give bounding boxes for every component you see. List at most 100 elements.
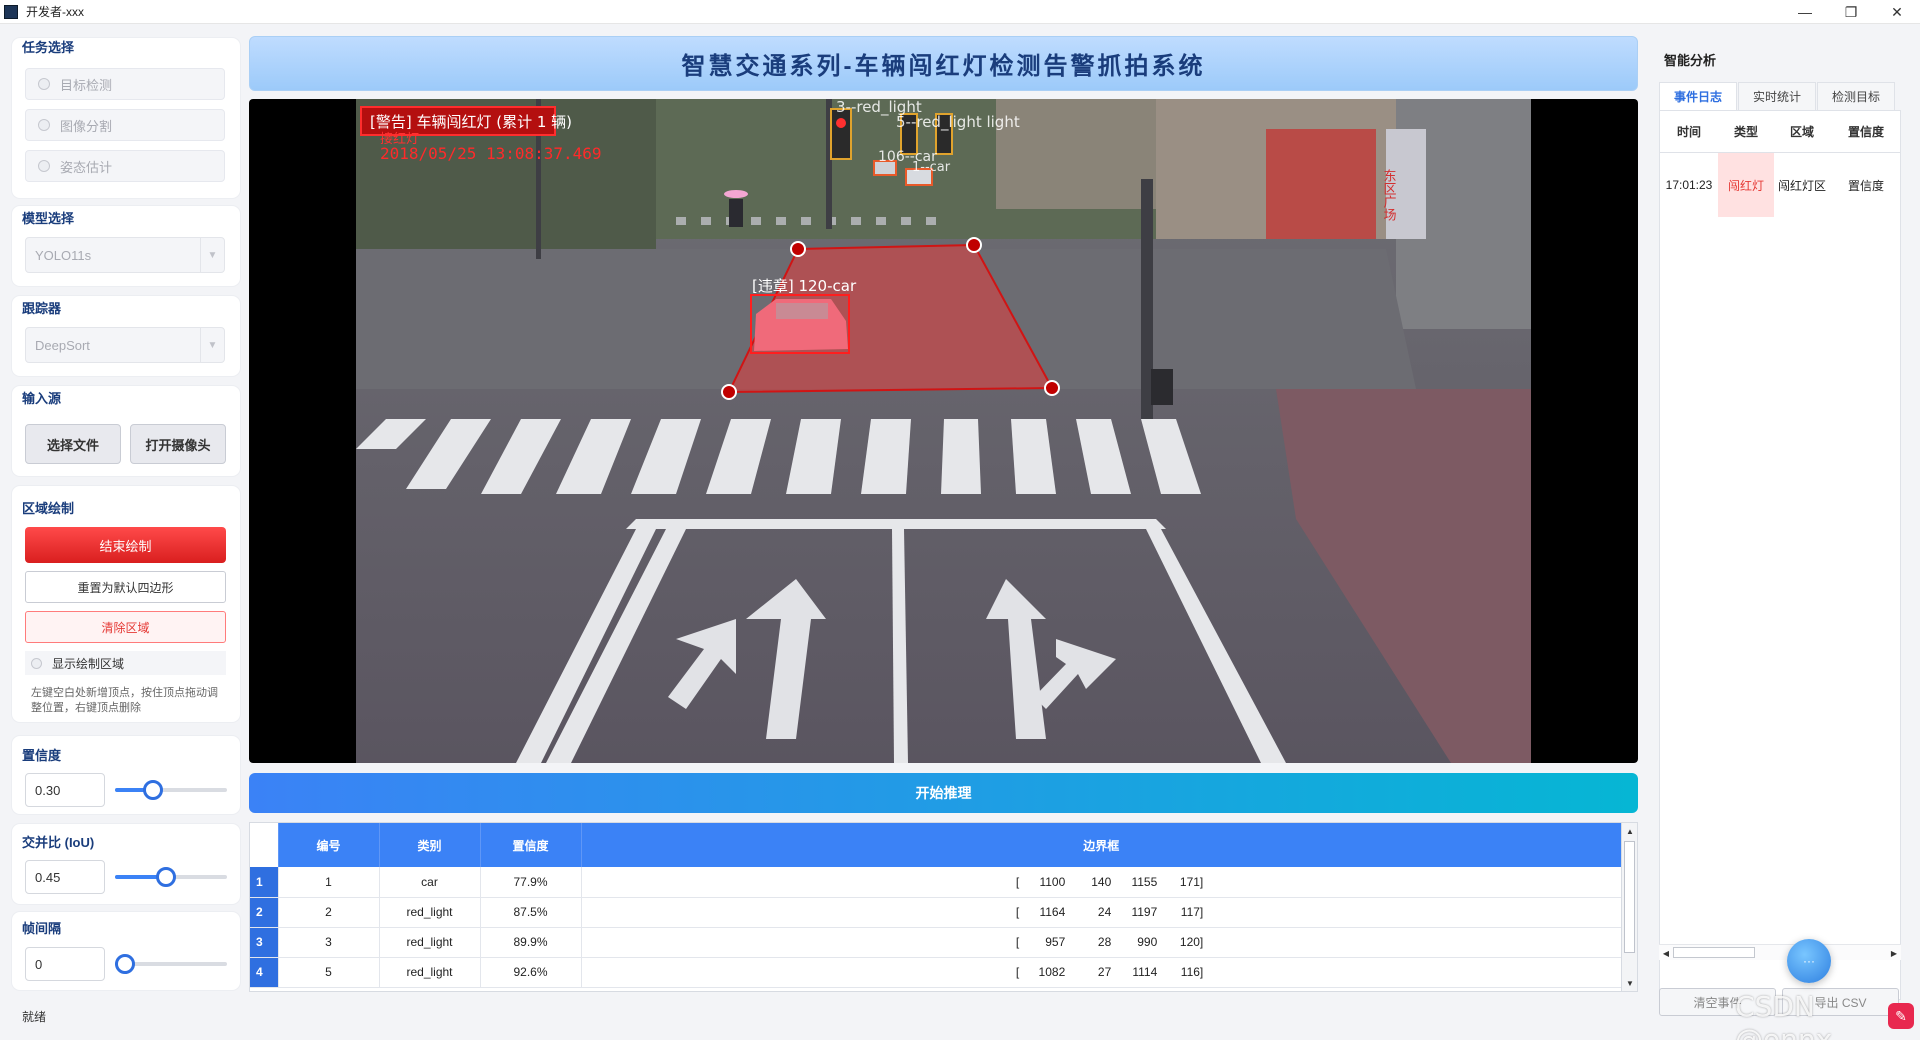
bbox-value: 28: [1097, 935, 1112, 949]
tracker-select[interactable]: DeepSort ▼: [25, 327, 225, 363]
cell-class: red_light: [379, 957, 481, 988]
table-row[interactable]: 2 2 red_light 87.5%[1164 24 1197 117]: [250, 897, 1622, 928]
light-label-5: 5--red_light light: [896, 113, 1020, 132]
cell-bbox: [1100 140 1155 171]: [581, 867, 1622, 898]
cell-bbox: [957 28 990 120]: [581, 927, 1622, 958]
bbox-value: 1197: [1131, 905, 1158, 919]
log-col-area[interactable]: 区域: [1774, 111, 1830, 152]
event-area: 闯红灯区: [1777, 178, 1826, 193]
table-row[interactable]: 1 1 car 77.9%[1100 140 1155 171]: [250, 867, 1622, 898]
slider-handle[interactable]: [115, 954, 135, 974]
log-col-type[interactable]: 类型: [1718, 111, 1774, 152]
radio-icon: [38, 78, 50, 90]
scroll-up-icon[interactable]: ▲: [1622, 823, 1637, 839]
event-row[interactable]: 17:01:23 闯红灯 闯红灯区 置信度: [1660, 153, 1900, 217]
bbox-value: 27: [1097, 965, 1112, 979]
table-row[interactable]: 4 5 red_light 92.6% [1082 27 1114 116]: [250, 957, 1622, 988]
app-logo-icon: ✎: [1888, 1003, 1914, 1029]
radio-label: 姿态估计: [60, 159, 113, 175]
bbox-value: 957: [1045, 935, 1066, 949]
clear-region-button[interactable]: 清除区域: [25, 611, 226, 643]
event-conf: 置信度: [1847, 178, 1884, 193]
bbox-value: [: [1015, 965, 1020, 979]
col-header-id[interactable]: 编号: [278, 823, 380, 867]
analysis-panel: 智能分析 事件日志 实时统计 检测目标 时间 类型 区域 置信度 17:01:2…: [1655, 40, 1913, 1020]
iou-slider[interactable]: [115, 867, 227, 887]
cell-confidence: 87.5%: [480, 897, 582, 928]
row-number: 2: [250, 897, 279, 928]
row-number: 1: [250, 867, 279, 898]
cell-class: car: [379, 867, 481, 898]
cell-confidence: 77.9%: [480, 867, 582, 898]
col-header-class[interactable]: 类别: [379, 823, 481, 867]
bbox-value: 1082: [1038, 965, 1066, 979]
radio-detect[interactable]: 目标检测: [25, 68, 225, 100]
chevron-down-icon: ▼: [200, 328, 224, 362]
slider-handle[interactable]: [143, 780, 163, 800]
minimize-button[interactable]: —: [1782, 0, 1828, 24]
detection-table: 编号 类别 置信度 边界框 1 1 car 77.9%[1100 140 1155 171]…: [249, 822, 1638, 992]
cell-confidence: 92.6%: [480, 957, 582, 988]
log-col-time[interactable]: 时间: [1660, 111, 1718, 152]
radio-segment[interactable]: 图像分割: [25, 109, 225, 141]
video-timestamp: 2018/05/25 13:08:37.469: [380, 144, 602, 163]
table-row[interactable]: 3 3 red_light 89.9%[957 28 990 120]: [250, 927, 1622, 958]
cell-id: 3: [278, 927, 380, 958]
conf-title: 置信度: [22, 748, 62, 763]
close-button[interactable]: ✕: [1874, 0, 1920, 24]
model-select[interactable]: YOLO11s ▼: [25, 237, 225, 273]
cell-id: 5: [278, 957, 380, 988]
scroll-thumb[interactable]: [1624, 841, 1635, 953]
scroll-left-icon[interactable]: ◀: [1659, 945, 1673, 961]
bbox-value: 140: [1091, 874, 1112, 889]
radio-icon: [38, 160, 50, 172]
chevron-down-icon: ▼: [200, 238, 224, 272]
bbox-value: 24: [1097, 905, 1112, 919]
tab-realtime-stats[interactable]: 实时统计: [1738, 82, 1817, 110]
violation-label: [违章] 120-car: [752, 277, 857, 295]
cell-id: 2: [278, 897, 380, 928]
tab-event-log[interactable]: 事件日志: [1659, 82, 1738, 110]
traffic-scene: [警告] 车辆闯红灯 (累计 1 辆) 接红灯 2018/05/25 13:08…: [356, 99, 1531, 763]
window-title: 开发者-xxx: [26, 5, 84, 19]
log-col-conf[interactable]: 置信度: [1830, 111, 1900, 152]
bbox-value: 1155: [1131, 874, 1158, 889]
conf-slider[interactable]: [115, 780, 227, 800]
reset-quad-button[interactable]: 重置为默认四边形: [25, 571, 226, 603]
bbox-value: 1164: [1039, 905, 1066, 919]
interval-slider[interactable]: [115, 954, 227, 974]
tab-detected-targets[interactable]: 检测目标: [1817, 82, 1896, 110]
show-region-checkbox[interactable]: 显示绘制区域: [25, 651, 226, 675]
bbox-value: 117]: [1180, 905, 1204, 919]
iou-input[interactable]: 0.45: [25, 860, 105, 894]
select-file-button[interactable]: 选择文件: [25, 424, 121, 464]
end-drawing-button[interactable]: 结束绘制: [25, 527, 226, 563]
bbox-value: 1114: [1132, 965, 1158, 979]
input-title: 输入源: [22, 391, 62, 406]
scroll-thumb[interactable]: [1673, 947, 1755, 958]
assistant-float-button[interactable]: ···: [1787, 939, 1831, 983]
bbox-value: [: [1015, 874, 1020, 889]
table-corner: [250, 823, 279, 867]
table-scrollbar[interactable]: ▲ ▼: [1621, 823, 1637, 991]
scroll-down-icon[interactable]: ▼: [1622, 975, 1637, 991]
log-scrollbar[interactable]: ◀ ▶: [1659, 944, 1901, 960]
open-camera-button[interactable]: 打开摄像头: [130, 424, 226, 464]
radio-label: 图像分割: [60, 118, 113, 134]
maximize-button[interactable]: ❐: [1828, 0, 1874, 24]
conf-input[interactable]: 0.30: [25, 773, 105, 807]
bbox-value: 1100: [1039, 874, 1066, 889]
start-inference-button[interactable]: 开始推理: [249, 773, 1638, 813]
row-number: 4: [250, 957, 279, 988]
video-display[interactable]: [警告] 车辆闯红灯 (累计 1 辆) 接红灯 2018/05/25 13:08…: [249, 99, 1638, 763]
col-header-bbox[interactable]: 边界框: [581, 823, 1622, 867]
cell-class: red_light: [379, 927, 481, 958]
interval-input[interactable]: 0: [25, 947, 105, 981]
region-title: 区域绘制: [22, 501, 75, 516]
title-bar: 开发者-xxx — ❐ ✕: [0, 0, 1920, 24]
col-header-conf[interactable]: 置信度: [480, 823, 582, 867]
scroll-right-icon[interactable]: ▶: [1887, 945, 1901, 961]
slider-handle[interactable]: [156, 867, 176, 887]
checkbox-icon: [31, 657, 42, 669]
radio-pose[interactable]: 姿态估计: [25, 150, 225, 182]
